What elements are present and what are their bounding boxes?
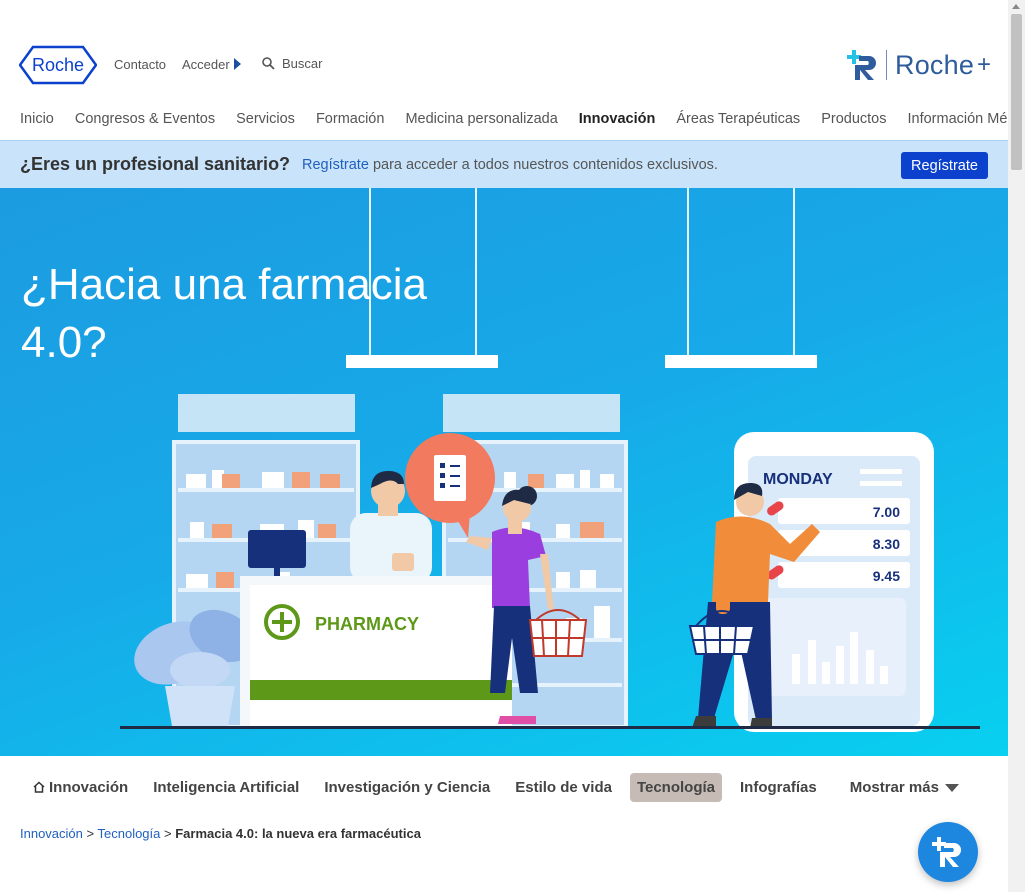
login-label: Acceder <box>182 57 230 72</box>
breadcrumb-tecnologia[interactable]: Tecnología <box>98 826 161 841</box>
roche-plus-floating-button[interactable] <box>918 822 978 882</box>
section-subnav: Innovación Inteligencia Artificial Inves… <box>33 773 959 802</box>
subnav-item-estilo-vida[interactable]: Estilo de vida <box>515 779 612 796</box>
hero-section: PHARMACY MONDAY 7.00 8.30 9.45 ¿Hacia un… <box>0 188 1008 756</box>
roche-plus-icon <box>847 50 876 80</box>
pharmacy-counter: PHARMACY <box>240 576 512 728</box>
schedule-day: MONDAY <box>763 471 833 488</box>
search-link[interactable]: Buscar <box>262 56 322 71</box>
breadcrumb: Innovación > Tecnología > Farmacia 4.0: … <box>20 826 421 841</box>
breadcrumb-separator: > <box>86 826 95 841</box>
home-icon <box>33 781 45 793</box>
breadcrumb-innovacion[interactable]: Innovación <box>20 826 83 841</box>
nav-item-areas-terapeuticas[interactable]: Áreas Terapéuticas <box>676 111 800 127</box>
nav-item-productos[interactable]: Productos <box>821 111 886 127</box>
register-button[interactable]: Regístrate <box>901 152 988 179</box>
site-header: Roche Contacto Acceder Buscar Roche + In… <box>0 0 1025 140</box>
login-link[interactable]: Acceder <box>182 57 241 72</box>
hero-title: ¿Hacia una farmacia 4.0? <box>21 256 461 372</box>
breadcrumb-separator: > <box>164 826 172 841</box>
subnav-home[interactable]: Innovación <box>33 779 128 796</box>
show-more-label: Mostrar más <box>849 779 939 796</box>
hero-title-line2: 4.0? <box>21 318 107 367</box>
subnav-home-label: Innovación <box>49 779 129 796</box>
nav-item-medicina-personalizada[interactable]: Medicina personalizada <box>405 111 557 127</box>
banner-text: para acceder a todos nuestros contenidos… <box>372 157 718 173</box>
banner-register-link[interactable]: Regístrate <box>302 157 369 173</box>
scrollbar-thumb[interactable] <box>1011 14 1022 170</box>
chevron-down-icon <box>944 783 959 792</box>
roche-plus-logo[interactable]: Roche + <box>846 48 991 82</box>
schedule-time-1: 7.00 <box>873 504 900 520</box>
roche-plus-text: Roche <box>895 49 975 80</box>
roche-plus-icon <box>932 837 961 867</box>
subnav-item-infografias[interactable]: Infografías <box>740 779 817 796</box>
caret-right-icon <box>233 58 241 70</box>
schedule-time-2: 8.30 <box>873 536 900 552</box>
nav-item-servicios[interactable]: Servicios <box>236 111 295 127</box>
roche-plus-sign: + <box>977 51 992 78</box>
contact-link[interactable]: Contacto <box>114 57 166 72</box>
registration-banner: ¿Eres un profesional sanitario? Regístra… <box>0 140 1008 188</box>
main-nav: Inicio Congresos & Eventos Servicios For… <box>20 111 1025 127</box>
nav-item-inicio[interactable]: Inicio <box>20 111 54 127</box>
scroll-up-icon[interactable] <box>1012 4 1020 9</box>
search-icon <box>262 57 275 70</box>
hero-title-line1: ¿Hacia una farmacia <box>21 260 427 309</box>
logo-separator <box>886 50 887 80</box>
roche-logo[interactable]: Roche <box>19 45 97 85</box>
banner-question: ¿Eres un profesional sanitario? <box>20 154 291 174</box>
page-scrollbar[interactable] <box>1008 0 1025 892</box>
roche-logo-text: Roche <box>32 55 84 75</box>
nav-item-congresos[interactable]: Congresos & Eventos <box>75 111 215 127</box>
nav-item-innovacion[interactable]: Innovación <box>579 111 656 127</box>
search-label: Buscar <box>282 56 323 71</box>
pharmacy-sign: PHARMACY <box>315 614 419 634</box>
schedule-time-3: 9.45 <box>873 568 900 584</box>
banner-message: Regístrate para acceder a todos nuestros… <box>302 157 718 173</box>
show-more-button[interactable]: Mostrar más <box>850 779 959 796</box>
subnav-item-tecnologia[interactable]: Tecnología <box>629 773 723 802</box>
nav-item-formacion[interactable]: Formación <box>316 111 385 127</box>
breadcrumb-current: Farmacia 4.0: la nueva era farmacéutica <box>175 826 421 841</box>
subnav-item-investigacion[interactable]: Investigación y Ciencia <box>324 779 490 796</box>
subnav-item-ia[interactable]: Inteligencia Artificial <box>153 779 299 796</box>
